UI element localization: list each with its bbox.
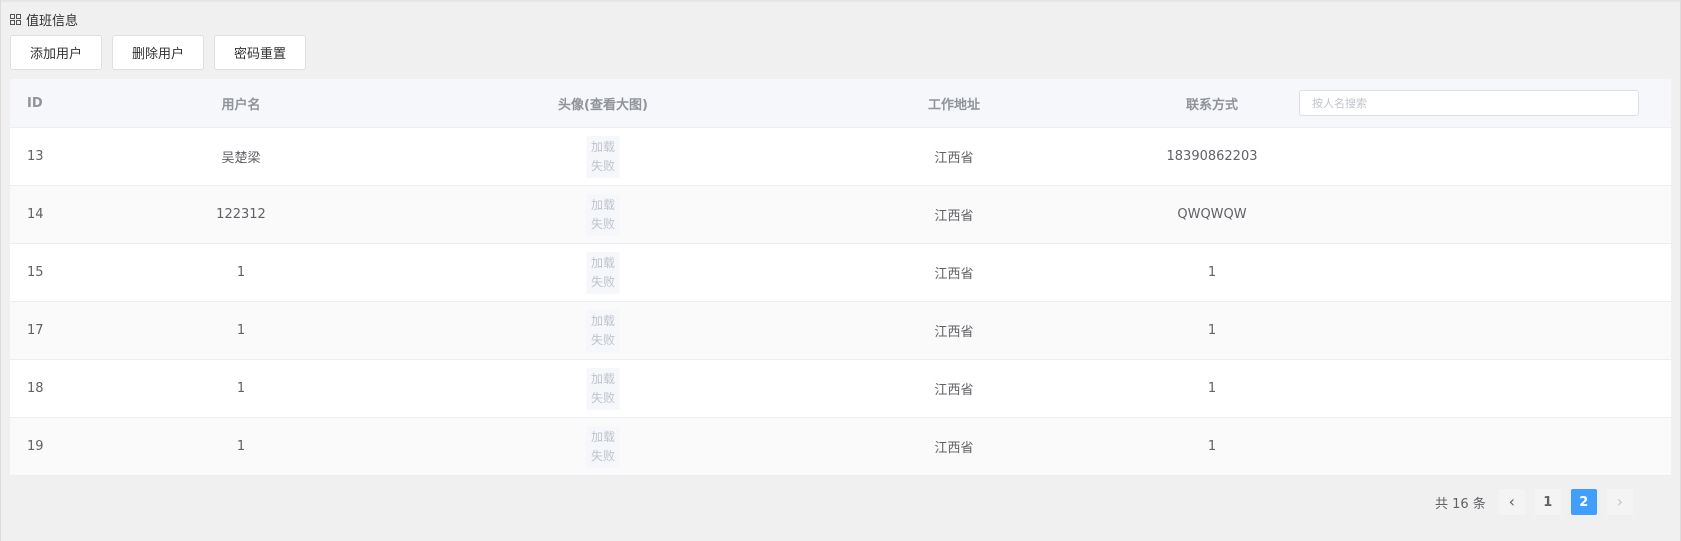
header-contact: 联系方式 [1185, 97, 1239, 113]
image-load-failed[interactable]: 加载 失败 [586, 309, 620, 352]
cell-username: 1 [236, 439, 246, 454]
image-load-failed[interactable]: 加载 失败 [586, 367, 620, 410]
header-id: ID [27, 95, 43, 111]
chevron-right-icon: › [1616, 492, 1624, 511]
table-row[interactable]: 15 1 加载 失败 江西省 1 [10, 244, 1671, 302]
cell-id: 14 [27, 207, 44, 222]
cell-avatar[interactable]: 加载 失败 [586, 186, 620, 243]
table-row[interactable]: 14 122312 加载 失败 江西省 QWQWQW [10, 186, 1671, 244]
cell-address: 江西省 [934, 267, 974, 282]
cell-username: 122312 [216, 207, 266, 222]
cell-username: 1 [236, 381, 246, 396]
panel-title: 值班信息 [10, 10, 79, 29]
cell-avatar[interactable]: 加载 失败 [586, 360, 620, 417]
header-address: 工作地址 [927, 97, 981, 113]
chevron-left-icon: ‹ [1508, 492, 1516, 511]
cell-username: 1 [236, 323, 246, 338]
image-load-failed[interactable]: 加载 失败 [586, 193, 620, 236]
cell-contact: 1 [1207, 323, 1217, 338]
cell-id: 18 [27, 381, 44, 396]
cell-contact: 1 [1207, 381, 1217, 396]
page-1-button[interactable]: 1 [1534, 489, 1561, 515]
cell-id: 17 [27, 323, 44, 338]
left-border [0, 0, 1, 541]
image-load-failed[interactable]: 加载 失败 [586, 425, 620, 468]
cell-username: 1 [236, 265, 246, 280]
cell-address: 江西省 [934, 383, 974, 398]
table-row[interactable]: 13 吴楚梁 加载 失败 江西省 18390862203 [10, 128, 1671, 186]
cell-contact: 1 [1207, 265, 1217, 280]
add-user-button[interactable]: 添加用户 [10, 35, 103, 70]
prev-page-button[interactable]: ‹ [1498, 489, 1525, 515]
cell-id: 19 [27, 439, 44, 454]
reset-password-button[interactable]: 密码重置 [214, 35, 307, 70]
search-input[interactable] [1299, 90, 1639, 116]
header-avatar[interactable]: 头像(查看大图) [558, 79, 648, 127]
cell-avatar[interactable]: 加载 失败 [586, 418, 620, 475]
delete-user-button[interactable]: 删除用户 [112, 35, 205, 70]
cell-address: 江西省 [934, 325, 974, 340]
cell-contact: 18390862203 [1166, 149, 1258, 164]
cell-contact: 1 [1207, 439, 1217, 454]
cell-id: 13 [27, 149, 44, 164]
page-2-button[interactable]: 2 [1570, 489, 1597, 515]
duty-table: ID 用户名 头像(查看大图) 工作地址 联系方式 13 吴楚梁 加载失败 江西… [10, 79, 1671, 476]
cell-address: 江西省 [934, 209, 974, 224]
top-shadow [0, 0, 1681, 3]
image-load-failed[interactable]: 加载 失败 [586, 251, 620, 294]
cell-avatar[interactable]: 加载 失败 [586, 302, 620, 359]
pagination: 共 16 条 ‹ 1 2 › [1435, 489, 1633, 515]
pagination-total: 共 16 条 [1435, 496, 1486, 512]
table-row[interactable]: 17 1 加载 失败 江西省 1 [10, 302, 1671, 360]
next-page-button[interactable]: › [1606, 489, 1633, 515]
table-row[interactable]: 19 1 加载 失败 江西省 1 [10, 418, 1671, 476]
cell-avatar[interactable]: 加载 失败 [586, 128, 620, 185]
image-load-failed[interactable]: 加载 失败 [586, 135, 620, 178]
grid-icon [10, 13, 21, 25]
cell-address: 江西省 [934, 151, 974, 166]
cell-id: 15 [27, 265, 44, 280]
cell-contact: QWQWQW [1177, 207, 1247, 222]
table-header: ID 用户名 头像(查看大图) 工作地址 联系方式 [10, 79, 1671, 128]
header-username: 用户名 [221, 97, 261, 113]
cell-username: 吴楚梁 [221, 151, 261, 166]
cell-avatar[interactable]: 加载 失败 [586, 244, 620, 301]
panel-title-text: 值班信息 [26, 13, 79, 29]
toolbar: 添加用户 删除用户 密码重置 [10, 35, 307, 70]
cell-address: 江西省 [934, 441, 974, 456]
table-row[interactable]: 18 1 加载 失败 江西省 1 [10, 360, 1671, 418]
